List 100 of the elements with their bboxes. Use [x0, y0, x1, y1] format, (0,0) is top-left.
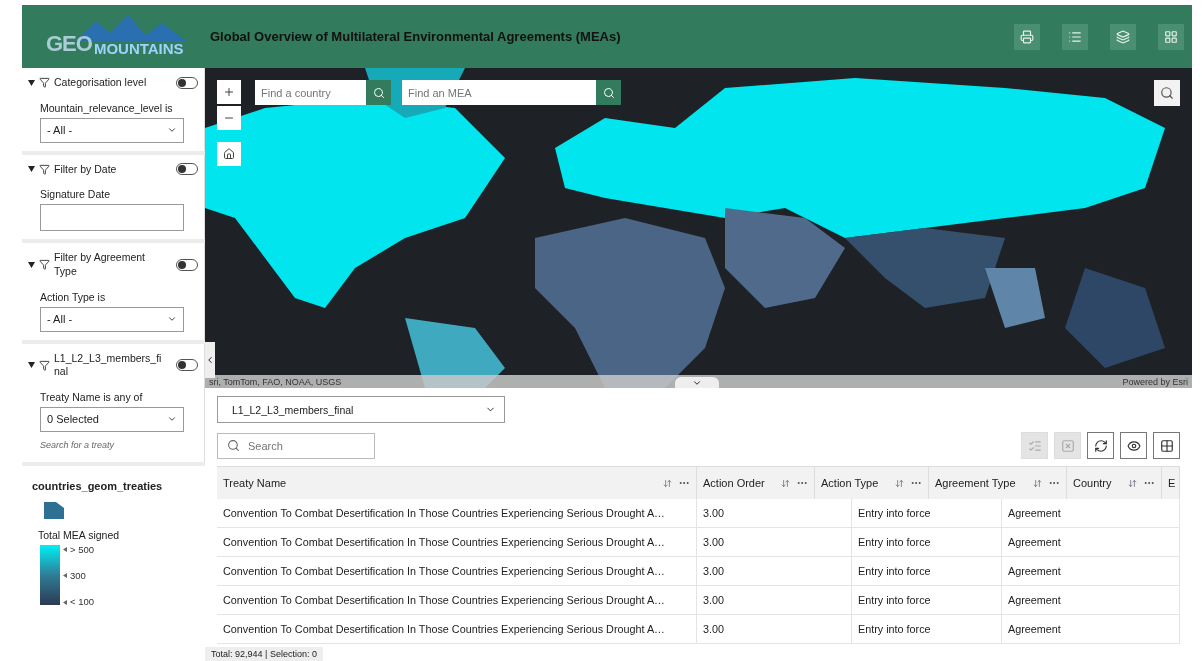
column-header[interactable]: Treaty Name [217, 467, 697, 499]
caret-icon[interactable] [28, 166, 35, 173]
filter-icon [39, 77, 50, 89]
show-hide-button[interactable] [1120, 432, 1147, 459]
layer-dropdown[interactable]: L1_L2_L3_members_final [217, 396, 505, 423]
legend-title: countries_geom_treaties [32, 479, 164, 492]
table-cell: 3.00 [697, 499, 852, 527]
list-icon [1068, 29, 1082, 44]
filter-icon [39, 163, 50, 175]
search-button[interactable] [366, 80, 391, 105]
column-header[interactable]: Action Type [815, 467, 929, 499]
print-icon [1020, 29, 1034, 44]
column-header[interactable]: Agreement Type [929, 467, 1067, 499]
list-button[interactable] [1062, 23, 1088, 50]
dropdown[interactable]: - All - [40, 117, 184, 143]
caret-icon[interactable] [28, 261, 35, 268]
refresh-button[interactable] [1087, 432, 1114, 459]
collapse-handle[interactable] [205, 342, 215, 378]
search-icon [372, 86, 385, 99]
table-cell: Entry into force [852, 615, 1002, 643]
zoom-in-button[interactable] [217, 80, 241, 104]
search-button[interactable] [596, 80, 621, 105]
zoom-out-button[interactable] [217, 106, 241, 130]
table-cell: Entry into force [852, 557, 1002, 585]
field-label: Action Type is [40, 290, 107, 303]
layers-button[interactable] [1110, 23, 1136, 50]
table-cell: Convention To Combat Desertification In Those Countries Experiencing Serious Drought A… [217, 528, 697, 556]
plus-icon [223, 86, 235, 98]
column-header[interactable]: E [1162, 467, 1180, 499]
table-cell: Agreement [1002, 528, 1180, 556]
layers-icon [1116, 29, 1130, 44]
sort-icon[interactable] [1033, 478, 1042, 488]
toggle-switch[interactable] [176, 359, 198, 372]
page-title: Global Overview of Multilateral Environmental Agreements (MEAs) [210, 29, 622, 44]
grid-icon [1164, 29, 1178, 44]
legend-field: Total MEA signed [38, 528, 195, 541]
attribution-text: Powered by Esri [1122, 376, 1188, 387]
toggle-switch[interactable] [176, 76, 198, 89]
date-field[interactable] [40, 204, 184, 232]
field-label: Signature Date [40, 188, 112, 201]
refresh-icon [1093, 438, 1108, 453]
column-header[interactable]: Country [1067, 467, 1162, 499]
map-search-input[interactable]: Find an MEA [402, 80, 596, 105]
legend-label: > 500 [70, 544, 95, 555]
field-label: Treaty Name is any of [40, 390, 144, 403]
filter-icon [39, 259, 50, 271]
table-cell: 3.00 [697, 586, 852, 614]
clear-selection-icon [1060, 438, 1075, 453]
table-cell: Entry into force [852, 528, 1002, 556]
chevron-left-icon [205, 355, 215, 365]
pointer-icon [63, 547, 67, 553]
collapse-handle[interactable] [675, 377, 719, 388]
filter-icon [39, 359, 50, 371]
table-cell: Agreement [1002, 557, 1180, 585]
search-icon [227, 438, 240, 452]
dropdown[interactable]: - All - [40, 306, 184, 332]
columns-button[interactable] [1153, 432, 1180, 459]
search-icon [1160, 86, 1174, 100]
logo-text: MOUNTAINS [93, 39, 184, 57]
home-icon [223, 148, 235, 160]
hint-text: Search for a treaty [40, 439, 116, 450]
search-icon [602, 86, 615, 99]
checklist-icon [1027, 438, 1042, 453]
toggle-switch[interactable] [176, 258, 198, 271]
dropdown[interactable]: 0 Selected [40, 406, 184, 432]
status-bar: Total: 92,944 | Selection: 0 [205, 647, 323, 661]
legend-label: 300 [70, 571, 86, 581]
table-cell: Entry into force [852, 586, 1002, 614]
filter-title: Filter by Agreement Type [54, 251, 147, 279]
home-button[interactable] [217, 142, 241, 166]
table-cell: Convention To Combat Desertification In Those Countries Experiencing Serious Drought A… [217, 615, 697, 643]
logo-text: GEO [46, 30, 92, 57]
grid-button[interactable] [1158, 23, 1184, 50]
table-cell: Agreement [1002, 615, 1180, 643]
legend-label: < 100 [70, 597, 95, 607]
grid-icon [1159, 438, 1174, 453]
sort-icon[interactable] [663, 478, 672, 488]
filter-title: L1_L2_L3_members_final [54, 351, 162, 379]
map-search-input[interactable]: Find a country [255, 80, 366, 105]
toggle-switch[interactable] [176, 163, 198, 176]
sort-icon[interactable] [781, 478, 790, 488]
table-cell: 3.00 [697, 528, 852, 556]
attribution-text: sri, TomTom, FAO, NOAA, USGS [209, 376, 342, 387]
caret-icon[interactable] [28, 79, 35, 86]
table-cell: 3.00 [697, 557, 852, 585]
search-button[interactable] [1154, 80, 1180, 106]
table-cell: Agreement [1002, 499, 1180, 527]
table-cell: Convention To Combat Desertification In Those Countries Experiencing Serious Drought A… [217, 586, 697, 614]
column-header[interactable]: Action Order [697, 467, 815, 499]
sort-icon[interactable] [1128, 478, 1137, 488]
caret-icon[interactable] [28, 362, 35, 369]
table-cell: Convention To Combat Desertification In Those Countries Experiencing Serious Drought A… [217, 499, 697, 527]
print-button[interactable] [1014, 23, 1040, 50]
polygon-swatch-icon [44, 501, 64, 519]
table-search-field[interactable]: Search [217, 432, 375, 459]
table-cell: 3.00 [697, 615, 852, 643]
table-cell: Convention To Combat Desertification In Those Countries Experiencing Serious Drought A… [217, 557, 697, 585]
filter-title: Filter by Date [54, 162, 118, 177]
filter-title: Categorisation level [54, 76, 148, 90]
sort-icon[interactable] [895, 478, 904, 488]
